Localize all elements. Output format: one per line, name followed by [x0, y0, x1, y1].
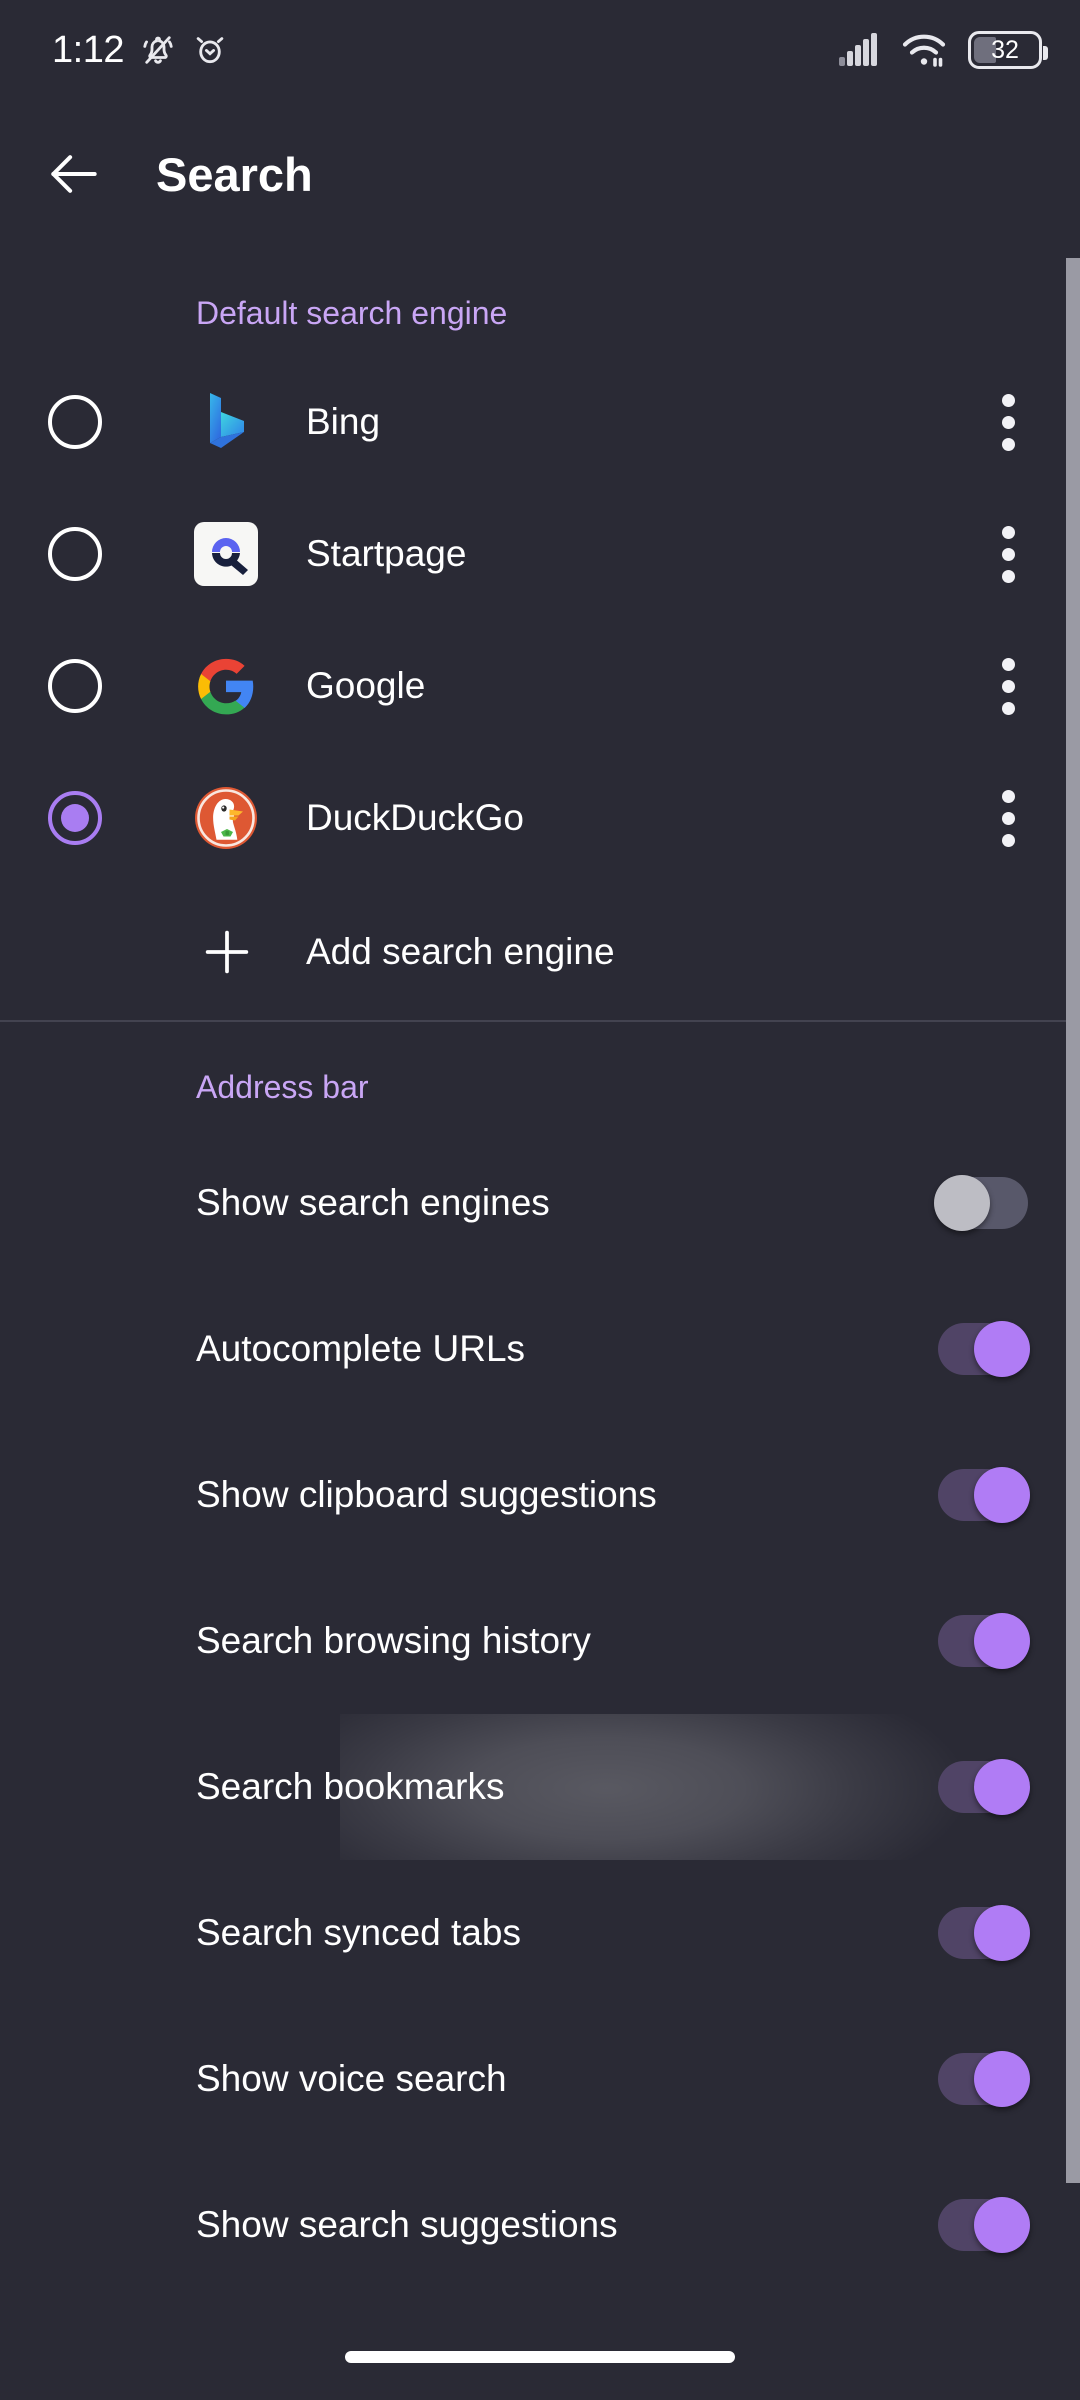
toggle-thumb — [974, 1467, 1030, 1523]
setting-label: Search synced tabs — [196, 1912, 521, 1953]
search-engine-label: Bing — [306, 401, 381, 442]
add-search-engine-label: Add search engine — [306, 931, 615, 972]
more-options-icon-duckduckgo[interactable] — [980, 783, 1036, 853]
toggle-show-clipboard-suggestions[interactable] — [936, 1466, 1030, 1524]
toggle-thumb — [974, 2051, 1030, 2107]
radio-startpage[interactable] — [48, 527, 102, 581]
startpage-logo-icon — [193, 521, 259, 587]
more-options-icon-startpage[interactable] — [980, 519, 1036, 589]
setting-row-show-clipboard-suggestions[interactable]: Show clipboard suggestions — [0, 1422, 1080, 1568]
app-bar: Search — [0, 100, 1080, 248]
search-engine-row-bing[interactable]: Bing — [0, 356, 1080, 488]
search-engine-label: Startpage — [306, 533, 467, 574]
search-engine-row-google[interactable]: Google — [0, 620, 1080, 752]
toggle-thumb — [974, 1321, 1030, 1377]
radio-duckduckgo[interactable] — [48, 791, 102, 845]
setting-row-search-bookmarks[interactable]: Search bookmarks — [0, 1714, 1080, 1860]
setting-label: Show search suggestions — [196, 2204, 618, 2245]
duckduckgo-logo-icon — [193, 785, 259, 851]
toggle-show-search-suggestions[interactable] — [936, 2196, 1030, 2254]
home-indicator[interactable] — [345, 2351, 735, 2363]
search-engine-label: Google — [306, 665, 426, 706]
setting-label: Show clipboard suggestions — [196, 1474, 657, 1515]
status-bar-right: 32 — [838, 31, 1048, 69]
setting-label: Show voice search — [196, 2058, 507, 2099]
setting-label: Search browsing history — [196, 1620, 591, 1661]
toggle-search-bookmarks[interactable] — [936, 1758, 1030, 1816]
toggle-show-search-engines[interactable] — [934, 1174, 1028, 1232]
setting-label: Show search engines — [196, 1182, 550, 1223]
navigation-bar — [0, 2314, 1080, 2400]
search-engine-label: DuckDuckGo — [306, 797, 524, 838]
status-bar-left: 1:12 — [52, 29, 228, 72]
search-engine-row-duckduckgo[interactable]: DuckDuckGo — [0, 752, 1080, 884]
notifications-silenced-icon — [140, 32, 176, 68]
toggle-thumb — [974, 1613, 1030, 1669]
toggle-thumb — [974, 2197, 1030, 2253]
cellular-signal-icon — [838, 33, 880, 67]
toggle-search-synced-tabs[interactable] — [936, 1904, 1030, 1962]
setting-row-autocomplete-urls[interactable]: Autocomplete URLs — [0, 1276, 1080, 1422]
setting-row-show-voice-search[interactable]: Show voice search — [0, 2006, 1080, 2152]
toggle-show-voice-search[interactable] — [936, 2050, 1030, 2108]
phone-screen: 1:12 32 Search Default search engine Bin… — [0, 0, 1080, 2400]
status-bar-clock: 1:12 — [52, 28, 124, 71]
setting-row-show-search-suggestions[interactable]: Show search suggestions — [0, 2152, 1080, 2298]
bing-logo-icon — [193, 389, 259, 455]
add-search-engine-button[interactable]: Add search engine — [0, 884, 1080, 1020]
toggle-autocomplete-urls[interactable] — [936, 1320, 1030, 1378]
back-arrow-icon — [43, 143, 105, 205]
setting-row-show-search-engines[interactable]: Show search engines — [0, 1130, 1080, 1276]
plus-icon — [195, 920, 259, 984]
status-bar: 1:12 32 — [0, 0, 1080, 100]
toggle-search-browsing-history[interactable] — [936, 1612, 1030, 1670]
toggle-thumb — [934, 1175, 990, 1231]
more-options-icon-google[interactable] — [980, 651, 1036, 721]
setting-row-search-browsing-history[interactable]: Search browsing history — [0, 1568, 1080, 1714]
alarm-icon — [192, 32, 228, 68]
more-options-icon-bing[interactable] — [980, 387, 1036, 457]
vertical-scrollbar[interactable] — [1066, 258, 1080, 2183]
setting-row-search-synced-tabs[interactable]: Search synced tabs — [0, 1860, 1080, 2006]
setting-label: Autocomplete URLs — [196, 1328, 526, 1369]
back-button[interactable] — [14, 119, 134, 229]
radio-bing[interactable] — [48, 395, 102, 449]
toggle-thumb — [974, 1905, 1030, 1961]
page-title: Search — [156, 147, 313, 201]
section-header-address-bar: Address bar — [196, 1069, 369, 1105]
settings-scroll-container[interactable]: Default search engine Bing Startpage Goo… — [0, 248, 1080, 2400]
toggle-thumb — [974, 1759, 1030, 1815]
google-logo-icon — [193, 653, 259, 719]
radio-google[interactable] — [48, 659, 102, 713]
battery-percent: 32 — [991, 35, 1019, 64]
search-engine-row-startpage[interactable]: Startpage — [0, 488, 1080, 620]
battery-icon: 32 — [968, 31, 1048, 69]
wifi-icon — [902, 33, 946, 67]
section-header-default-search-engine: Default search engine — [196, 295, 508, 331]
setting-label: Search bookmarks — [196, 1766, 505, 1807]
